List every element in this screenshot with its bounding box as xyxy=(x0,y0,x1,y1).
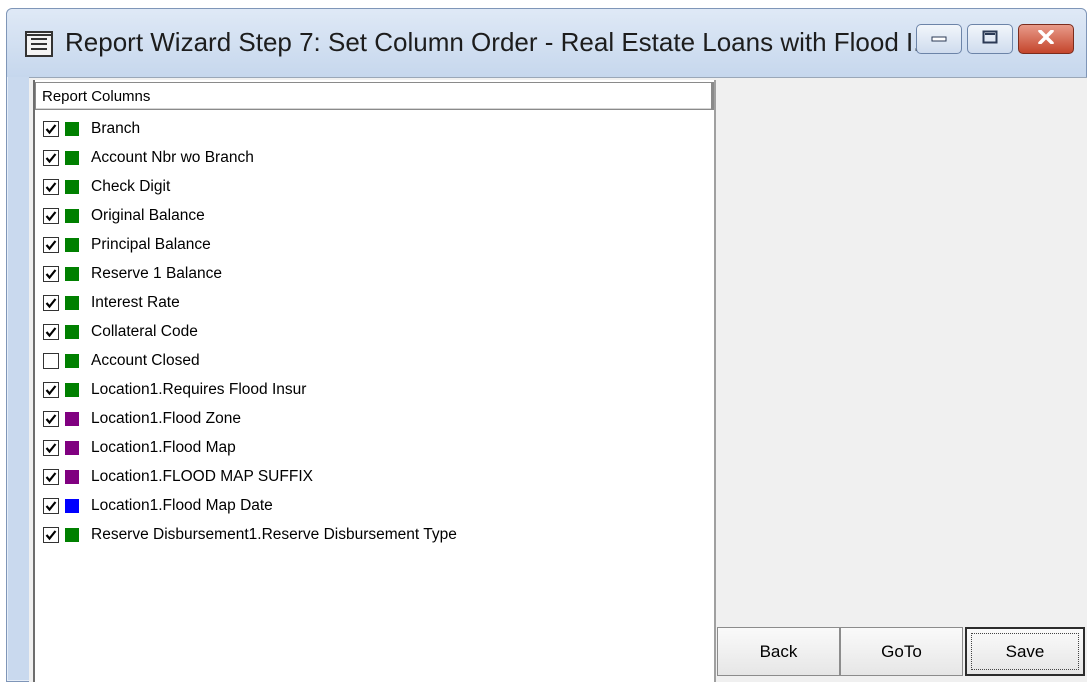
back-button[interactable]: Back xyxy=(717,627,840,676)
list-item-label: Principal Balance xyxy=(91,235,211,253)
report-columns-rows: Branch Account Nbr wo Branch Check Digit Or… xyxy=(43,114,457,549)
list-item[interactable]: Check Digit xyxy=(43,172,457,201)
list-item[interactable]: Location1.FLOOD MAP SUFFIX xyxy=(43,462,457,491)
checkbox[interactable] xyxy=(43,178,59,195)
list-item[interactable]: Reserve 1 Balance xyxy=(43,259,457,288)
title-bar[interactable]: Report Wizard Step 7: Set Column Order -… xyxy=(7,9,1086,77)
checkbox[interactable] xyxy=(43,120,59,137)
checkbox[interactable] xyxy=(43,410,59,427)
checkbox[interactable] xyxy=(43,352,59,369)
checkbox[interactable] xyxy=(43,323,59,340)
list-item[interactable]: Original Balance xyxy=(43,201,457,230)
list-item-label: Account Nbr wo Branch xyxy=(91,148,254,166)
list-item-label: Check Digit xyxy=(91,177,171,195)
checkbox[interactable] xyxy=(43,294,59,311)
list-item-label: Reserve 1 Balance xyxy=(91,264,222,282)
list-item-label: Interest Rate xyxy=(91,293,180,311)
checkbox[interactable] xyxy=(43,207,59,224)
goto-button[interactable]: GoTo xyxy=(840,627,963,676)
list-item[interactable]: Location1.Flood Map xyxy=(43,433,457,462)
list-item-label: Location1.Flood Map Date xyxy=(91,496,273,514)
color-swatch xyxy=(65,498,79,513)
report-columns-list[interactable]: Report Columns Branch Account Nbr wo Bran… xyxy=(33,80,716,682)
minimize-icon xyxy=(931,30,947,48)
report-icon xyxy=(25,31,53,57)
list-item[interactable]: Collateral Code xyxy=(43,317,457,346)
list-item-label: Branch xyxy=(91,119,141,137)
list-item[interactable]: Reserve Disbursement1.Reserve Disburseme… xyxy=(43,520,457,549)
list-item[interactable]: Principal Balance xyxy=(43,230,457,259)
color-swatch xyxy=(65,411,79,426)
list-item[interactable]: Interest Rate xyxy=(43,288,457,317)
window-title: Report Wizard Step 7: Set Column Order -… xyxy=(65,27,935,57)
color-swatch xyxy=(65,208,79,223)
color-swatch xyxy=(65,121,79,136)
list-item-label: Location1.Flood Map xyxy=(91,438,236,456)
close-button[interactable] xyxy=(1018,24,1074,54)
list-item-label: Original Balance xyxy=(91,206,205,224)
checkbox[interactable] xyxy=(43,439,59,456)
color-swatch xyxy=(65,150,79,165)
list-item[interactable]: Location1.Flood Zone xyxy=(43,404,457,433)
list-item[interactable]: Account Closed xyxy=(43,346,457,375)
checkbox[interactable] xyxy=(43,381,59,398)
checkbox[interactable] xyxy=(43,526,59,543)
checkbox[interactable] xyxy=(43,497,59,514)
list-item-label: Location1.Flood Zone xyxy=(91,409,241,427)
list-item[interactable]: Location1.Flood Map Date xyxy=(43,491,457,520)
color-swatch xyxy=(65,266,79,281)
minimize-button[interactable] xyxy=(916,24,962,54)
color-swatch xyxy=(65,179,79,194)
color-swatch xyxy=(65,527,79,542)
list-item[interactable]: Account Nbr wo Branch xyxy=(43,143,457,172)
color-swatch xyxy=(65,440,79,455)
list-item-label: Collateral Code xyxy=(91,322,198,340)
list-item-label: Location1.Requires Flood Insur xyxy=(91,380,307,398)
list-item[interactable]: Location1.Requires Flood Insur xyxy=(43,375,457,404)
list-item-label: Location1.FLOOD MAP SUFFIX xyxy=(91,467,313,485)
color-swatch xyxy=(65,324,79,339)
color-swatch xyxy=(65,353,79,368)
color-swatch xyxy=(65,237,79,252)
close-icon xyxy=(1037,28,1055,49)
checkbox[interactable] xyxy=(43,468,59,485)
save-button[interactable]: Save xyxy=(965,627,1085,676)
checkbox[interactable] xyxy=(43,236,59,253)
wizard-body: Report Columns Branch Account Nbr wo Bran… xyxy=(29,77,1087,682)
color-swatch xyxy=(65,382,79,397)
maximize-icon xyxy=(982,30,998,49)
color-swatch xyxy=(65,469,79,484)
color-swatch xyxy=(65,295,79,310)
checkbox[interactable] xyxy=(43,149,59,166)
column-header-report-columns[interactable]: Report Columns xyxy=(35,82,714,110)
report-wizard-window: Report Wizard Step 7: Set Column Order -… xyxy=(6,8,1087,682)
list-item[interactable]: Branch xyxy=(43,114,457,143)
list-item-label: Account Closed xyxy=(91,351,200,369)
maximize-button[interactable] xyxy=(967,24,1013,54)
checkbox[interactable] xyxy=(43,265,59,282)
list-item-label: Reserve Disbursement1.Reserve Disburseme… xyxy=(91,525,457,543)
